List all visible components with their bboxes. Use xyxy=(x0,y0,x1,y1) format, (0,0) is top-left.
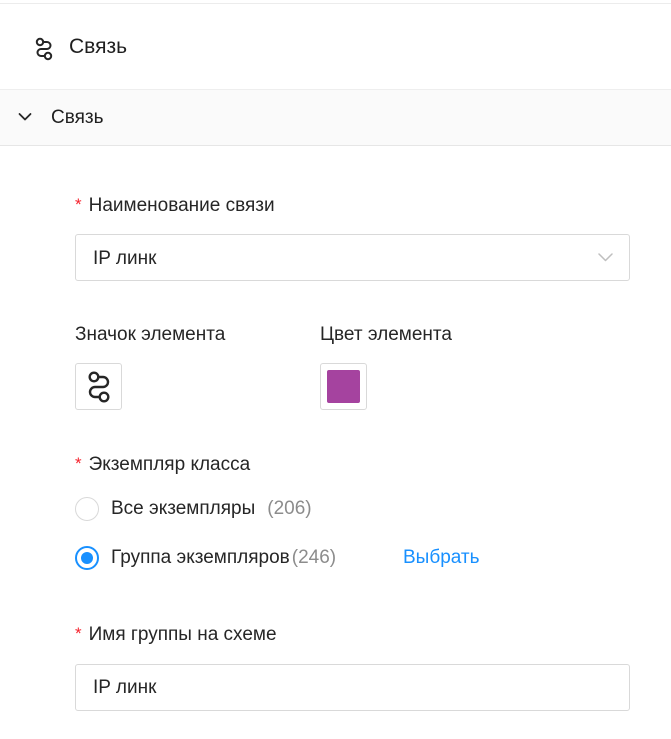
required-mark: * xyxy=(75,454,82,473)
color-swatch xyxy=(327,370,360,403)
radio-all-count: (206) xyxy=(267,498,312,519)
radio-all-label: Все экземпляры xyxy=(111,498,256,519)
panel-title: Связь xyxy=(69,35,128,58)
choose-instances-link[interactable]: Выбрать xyxy=(403,547,480,569)
link-name-select[interactable]: IP линк xyxy=(75,234,630,281)
element-icon-label: Значок элемента xyxy=(75,324,226,345)
radio-group-label: Группа экземпляров xyxy=(111,547,290,568)
link-path-icon xyxy=(35,37,53,61)
element-color-picker[interactable] xyxy=(320,363,367,410)
radio-instance-group[interactable] xyxy=(75,546,99,570)
link-name-label-text: Наименование связи xyxy=(88,195,275,216)
link-name-select-value: IP линк xyxy=(93,248,157,269)
class-instance-label: * Экземпляр класса xyxy=(75,454,250,476)
chevron-down-icon[interactable] xyxy=(18,112,32,122)
element-color-label: Цвет элемента xyxy=(320,324,452,345)
radio-option-group[interactable]: Группа экземпляров (246) xyxy=(75,545,336,571)
radio-option-all[interactable]: Все экземпляры (206) xyxy=(75,496,312,522)
group-name-label: * Имя группы на схеме xyxy=(75,624,277,646)
link-name-label: * Наименование связи xyxy=(75,195,275,217)
link-properties-panel: Связь Связь * Наименование связи IP линк … xyxy=(0,0,671,739)
radio-group-count: (246) xyxy=(291,547,337,568)
section-header[interactable]: Связь xyxy=(0,89,671,146)
group-name-input[interactable] xyxy=(75,664,630,711)
chevron-down-icon xyxy=(598,253,613,262)
panel-header: Связь xyxy=(0,4,671,89)
radio-all-instances[interactable] xyxy=(75,497,99,521)
required-mark: * xyxy=(75,624,82,643)
link-path-icon xyxy=(88,371,110,403)
section-title: Связь xyxy=(51,107,104,128)
group-name-label-text: Имя группы на схеме xyxy=(88,624,277,645)
class-instance-label-text: Экземпляр класса xyxy=(88,454,251,475)
required-mark: * xyxy=(75,195,82,214)
element-icon-picker[interactable] xyxy=(75,363,122,410)
